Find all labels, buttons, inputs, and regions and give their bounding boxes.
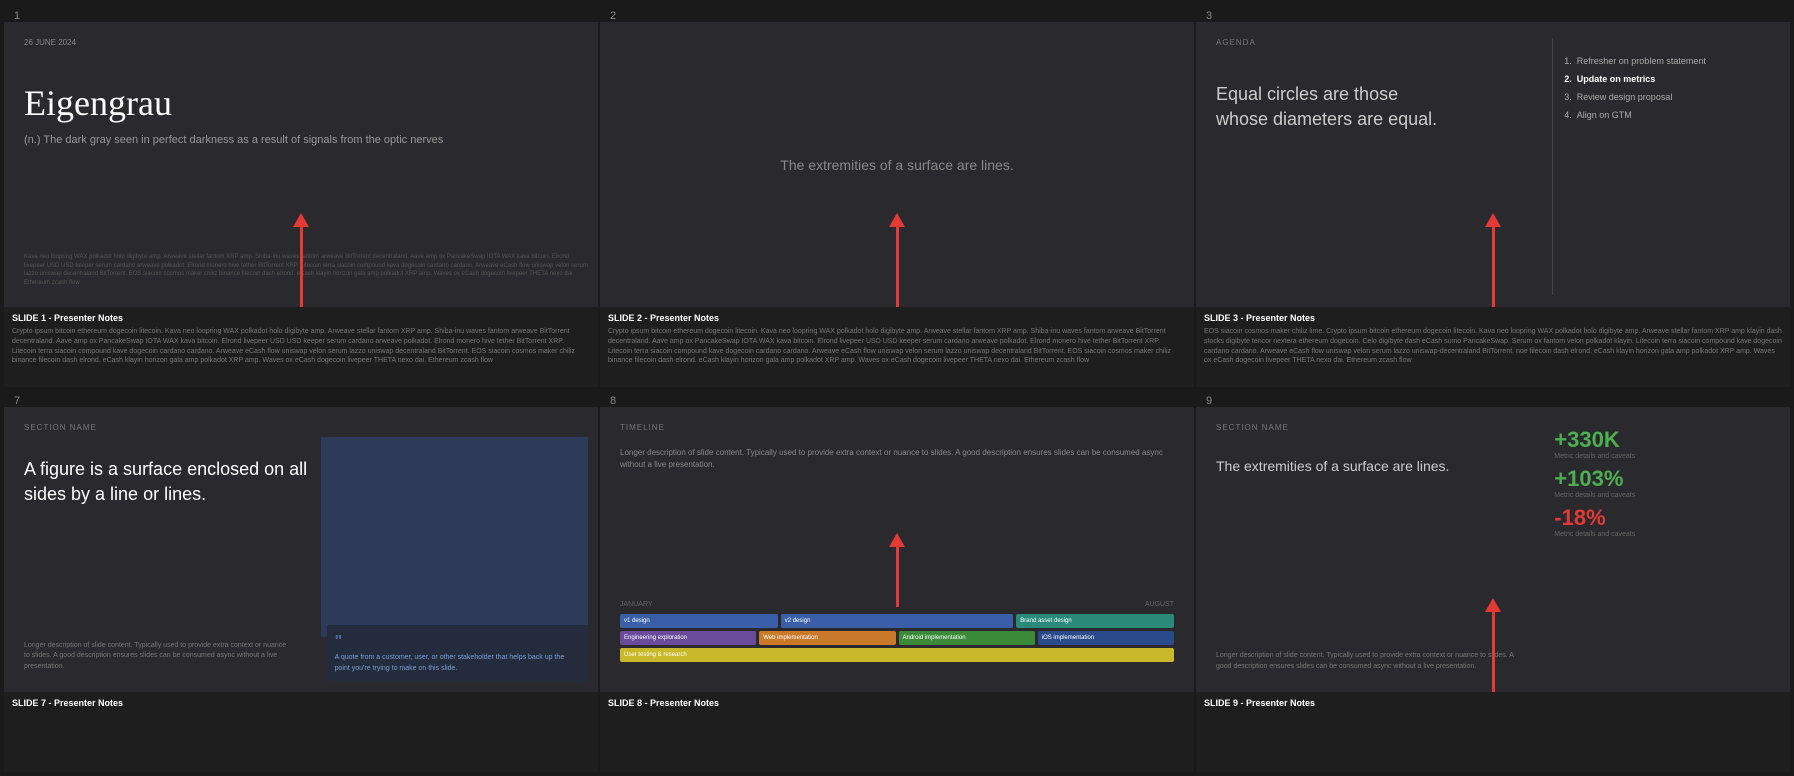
slide-9-desc: Longer description of slide content. Typ…	[1216, 651, 1525, 672]
red-arrow-8	[889, 533, 905, 607]
slide-1-notes-title: SLIDE 1 - Presenter Notes	[12, 313, 590, 323]
slide-7-main-text: A figure is a surface enclosed on all si…	[24, 457, 309, 507]
slide-7-quote-block: " A quote from a customer, user, or othe…	[327, 625, 588, 682]
red-arrow-3	[1485, 213, 1501, 307]
bar-brand-design: Brand asset design	[1016, 614, 1174, 628]
slide-7-section-name: SECTION NAME	[24, 423, 97, 432]
slide-7-quote-mark: "	[335, 633, 580, 651]
slide-1-notes: SLIDE 1 - Presenter Notes Crypto ipsum b…	[4, 307, 598, 387]
slide-8-notes-title: SLIDE 8 - Presenter Notes	[608, 698, 1186, 708]
metric-1-value: +330K	[1554, 427, 1780, 453]
red-arrow-2	[889, 213, 905, 307]
arrow-head-2	[889, 213, 905, 227]
slide-9-notes: SLIDE 9 - Presenter Notes	[1196, 692, 1790, 772]
agenda-item-1: 1. Refresher on problem statement	[1564, 52, 1780, 70]
arrow-shaft-9	[1492, 612, 1495, 692]
metric-1: +330K Metric details and caveats	[1554, 427, 1780, 460]
slide-8-desc: Longer description of slide content. Typ…	[620, 447, 1174, 471]
metric-3: -18% Metric details and caveats	[1554, 505, 1780, 538]
slide-3-notes: SLIDE 3 - Presenter Notes EOS siacoin co…	[1196, 307, 1790, 387]
agenda-item-3: 3. Review design proposal	[1564, 88, 1780, 106]
timeline-row-3: User testing & research	[620, 648, 1174, 662]
slide-8-timeline-area: JANUARY AUGUST v1 design v2 design Brand…	[620, 601, 1174, 662]
agenda-item-4: 4. Align on GTM	[1564, 106, 1780, 124]
arrow-shaft-3	[1492, 227, 1495, 307]
slide-8-wrapper: 8 TIMELINE Longer description of slide c…	[600, 389, 1194, 772]
slide-1-wrapper: 1 26 JUNE 2024 Eigengrau (n.) The dark g…	[4, 4, 598, 387]
red-arrow-9	[1485, 598, 1501, 692]
slide-8-canvas: TIMELINE Longer description of slide con…	[600, 407, 1194, 692]
slide-7-desc: Longer description of slide content. Typ…	[24, 641, 291, 673]
slide-9-canvas: SECTION NAME The extremities of a surfac…	[1196, 407, 1790, 692]
timeline-row-1: v1 design v2 design Brand asset design	[620, 614, 1174, 628]
slide-2-notes: SLIDE 2 - Presenter Notes Crypto ipsum b…	[600, 307, 1194, 387]
slide-2-center-text: The extremities of a surface are lines.	[659, 157, 1134, 173]
slide-8-timeline-label: TIMELINE	[620, 423, 665, 432]
bar-web-impl: Web implementation	[759, 631, 895, 645]
slide-3-canvas: AGENDA Equal circles are thosewhose diam…	[1196, 22, 1790, 307]
arrow-head-8	[889, 533, 905, 547]
slide-2-notes-title: SLIDE 2 - Presenter Notes	[608, 313, 1186, 323]
arrow-shaft-1	[300, 227, 303, 307]
slide-3-title: Equal circles are thosewhose diameters a…	[1216, 82, 1543, 132]
slide-3-notes-text: EOS siacoin cosmos maker chiliz lime. Cr…	[1204, 327, 1782, 366]
slide-8-notes: SLIDE 8 - Presenter Notes	[600, 692, 1194, 772]
slide-7-blue-rect	[321, 437, 588, 637]
slide-7-wrapper: 7 SECTION NAME A figure is a surface enc…	[4, 389, 598, 772]
bar-v1-design: v1 design	[620, 614, 778, 628]
slide-1-subtitle: (n.) The dark gray seen in perfect darkn…	[24, 132, 443, 149]
slide-3-agenda-label: AGENDA	[1216, 38, 1256, 47]
slides-grid: 1 26 JUNE 2024 Eigengrau (n.) The dark g…	[0, 0, 1794, 776]
arrow-head-3	[1485, 213, 1501, 227]
metric-2-value: +103%	[1554, 466, 1780, 492]
arrow-head-1	[293, 213, 309, 227]
slide-2-canvas: The extremities of a surface are lines.	[600, 22, 1194, 307]
slide-7-canvas: SECTION NAME A figure is a surface enclo…	[4, 407, 598, 692]
metric-1-detail: Metric details and caveats	[1554, 453, 1780, 460]
slide-9-notes-title: SLIDE 9 - Presenter Notes	[1204, 698, 1782, 708]
slide-9-main-text: The extremities of a surface are lines.	[1216, 457, 1543, 477]
slide-1-date: 26 JUNE 2024	[24, 38, 76, 47]
bar-user-testing: User testing & research	[620, 648, 1174, 662]
metric-3-value: -18%	[1554, 505, 1780, 531]
timeline-end: AUGUST	[1145, 601, 1174, 608]
slide-1-canvas: 26 JUNE 2024 Eigengrau (n.) The dark gra…	[4, 22, 598, 307]
timeline-row-2: Engineering exploration Web implementati…	[620, 631, 1174, 645]
arrow-shaft-8	[896, 547, 899, 607]
slide-7-notes-title: SLIDE 7 - Presenter Notes	[12, 698, 590, 708]
metric-2-detail: Metric details and caveats	[1554, 492, 1780, 499]
timeline-start: JANUARY	[620, 601, 653, 608]
slide-9-metrics: +330K Metric details and caveats +103% M…	[1554, 427, 1780, 544]
slide-3-wrapper: 3 AGENDA Equal circles are thosewhose di…	[1196, 4, 1790, 387]
slide-7-quote-text: A quote from a customer, user, or other …	[335, 653, 580, 674]
arrow-head-9	[1485, 598, 1501, 612]
arrow-shaft-2	[896, 227, 899, 307]
bar-ios-impl: iOS implementation	[1038, 631, 1174, 645]
bar-v2-design: v2 design	[781, 614, 1014, 628]
bar-eng-explore: Engineering exploration	[620, 631, 756, 645]
slide-9-wrapper: 9 SECTION NAME The extremities of a surf…	[1196, 389, 1790, 772]
agenda-item-2: 2. Update on metrics	[1564, 70, 1780, 88]
metric-2: +103% Metric details and caveats	[1554, 466, 1780, 499]
red-arrow-1	[293, 213, 309, 307]
slide-1-notes-text: Crypto ipsum bitcoin ethereum dogecoin l…	[12, 327, 590, 366]
bar-android-impl: Android implementation	[899, 631, 1035, 645]
slide-3-agenda-list: 1. Refresher on problem statement 2. Upd…	[1564, 52, 1780, 124]
slide-2-notes-text: Crypto ipsum bitcoin ethereum dogecoin l…	[608, 327, 1186, 366]
slide-3-divider	[1552, 38, 1553, 295]
slide-1-title: Eigengrau	[24, 82, 172, 124]
slide-7-notes: SLIDE 7 - Presenter Notes	[4, 692, 598, 772]
slide-3-notes-title: SLIDE 3 - Presenter Notes	[1204, 313, 1782, 323]
slide-2-wrapper: 2 The extremities of a surface are lines…	[600, 4, 1194, 387]
metric-3-detail: Metric details and caveats	[1554, 531, 1780, 538]
slide-9-section-name: SECTION NAME	[1216, 423, 1289, 432]
timeline-rows: v1 design v2 design Brand asset design E…	[620, 614, 1174, 662]
